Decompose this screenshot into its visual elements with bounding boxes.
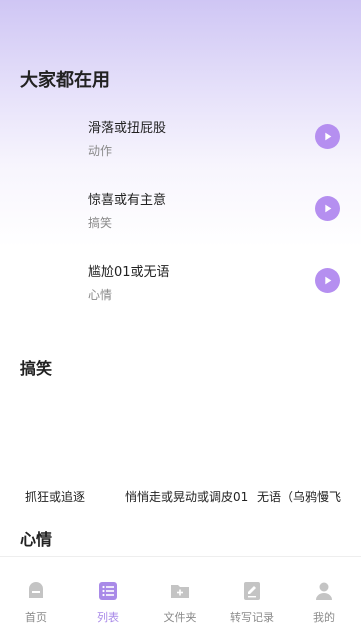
tab-transcription-records[interactable]: 转写记录 — [216, 557, 288, 642]
home-icon — [29, 582, 43, 598]
user-icon — [316, 582, 332, 600]
item-title: 惊喜或有主意 — [88, 193, 167, 208]
play-icon — [325, 276, 332, 285]
item-category: 心情 — [88, 288, 113, 302]
tab-list[interactable]: 列表 — [72, 557, 144, 642]
item-category: 搞笑 — [88, 216, 113, 230]
edit-note-icon — [244, 582, 260, 600]
section-title-popular: 大家都在用 — [20, 70, 110, 91]
section-title-mood: 心情 — [20, 530, 53, 549]
list-item[interactable]: 惊喜或有主意 搞笑 — [0, 189, 361, 245]
list-icon — [99, 582, 117, 600]
item-category: 动作 — [88, 144, 113, 158]
list-item[interactable]: 抓狂或追逐 — [25, 488, 85, 505]
tab-label: 首页 — [25, 611, 47, 624]
folder-icon — [171, 585, 189, 598]
funny-horizontal-list[interactable]: 抓狂或追逐 悄悄走或晃动或调皮01 无语（乌鸦慢飞 — [0, 488, 361, 508]
item-title: 尴尬01或无语 — [88, 265, 170, 280]
play-icon — [325, 204, 332, 213]
list-item[interactable]: 滑落或扭屁股 动作 — [0, 117, 361, 173]
list-item[interactable]: 尴尬01或无语 心情 — [0, 261, 361, 317]
bottom-tab-bar: 首页 列表 文件夹 转写记录 我的 — [0, 556, 361, 642]
section-title-funny: 搞笑 — [20, 359, 53, 378]
item-title: 滑落或扭屁股 — [88, 121, 167, 136]
list-item[interactable]: 无语（乌鸦慢飞 — [257, 488, 341, 505]
tab-home[interactable]: 首页 — [0, 557, 72, 642]
tab-mine[interactable]: 我的 — [288, 557, 360, 642]
tab-label: 列表 — [97, 611, 119, 624]
play-button[interactable] — [315, 268, 340, 293]
main-content: 大家都在用 滑落或扭屁股 动作 惊喜或有主意 搞笑 尴尬01或无语 心情 搞笑 … — [0, 0, 361, 556]
play-button[interactable] — [315, 196, 340, 221]
tab-label: 我的 — [313, 611, 335, 624]
play-icon — [325, 132, 332, 141]
tab-label: 转写记录 — [230, 611, 274, 624]
tab-folder[interactable]: 文件夹 — [144, 557, 216, 642]
list-item[interactable]: 悄悄走或晃动或调皮01 — [125, 488, 248, 505]
tab-label: 文件夹 — [163, 611, 197, 624]
play-button[interactable] — [315, 124, 340, 149]
